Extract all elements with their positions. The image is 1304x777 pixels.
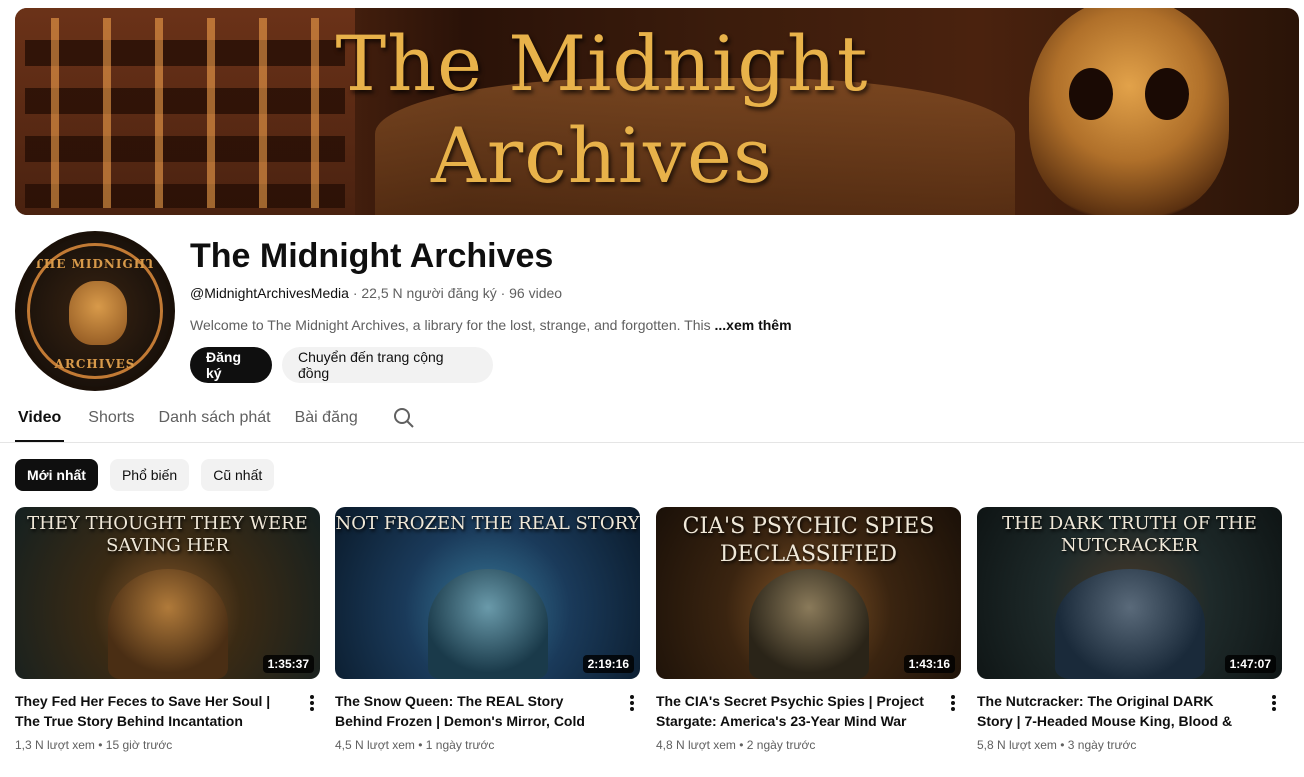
banner-title-line1: The Midnight bbox=[335, 19, 869, 108]
video-thumbnail[interactable]: THE DARK TRUTH OF THE NUTCRACKER 1:47:07 bbox=[977, 507, 1282, 679]
video-title[interactable]: The Snow Queen: The REAL Story Behind Fr… bbox=[335, 691, 610, 731]
tab-shorts[interactable]: Shorts bbox=[76, 400, 146, 442]
video-title[interactable]: The CIA's Secret Psychic Spies | Project… bbox=[656, 691, 931, 731]
video-views: 1,3 N lượt xem bbox=[15, 738, 95, 752]
subscribe-button[interactable]: Đăng ký bbox=[190, 347, 272, 383]
video-duration: 1:35:37 bbox=[262, 655, 314, 673]
chip-popular[interactable]: Phổ biến bbox=[109, 459, 190, 491]
channel-banner: The Midnight Archives bbox=[15, 8, 1299, 215]
video-duration: 1:43:16 bbox=[903, 655, 955, 673]
channel-description[interactable]: Welcome to The Midnight Archives, a libr… bbox=[190, 316, 792, 334]
thumbnail-text: THE DARK TRUTH OF THE NUTCRACKER bbox=[1002, 513, 1257, 556]
tabs-divider bbox=[0, 442, 1304, 443]
video-age: 1 ngày trước bbox=[425, 738, 495, 752]
thumbnail-text: THEY THOUGHT THEY WERE SAVING HER bbox=[27, 513, 308, 556]
thumbnail-figure bbox=[1054, 569, 1205, 679]
channel-avatar[interactable]: THE MIDNIGHT ARCHIVES bbox=[15, 231, 175, 391]
show-more-link[interactable]: ...xem thêm bbox=[714, 317, 791, 333]
sort-chips: Mới nhất Phổ biến Cũ nhất bbox=[15, 459, 275, 491]
video-age: 15 giờ trước bbox=[105, 738, 173, 752]
video-views: 4,5 N lượt xem bbox=[335, 738, 415, 752]
search-icon[interactable] bbox=[392, 406, 416, 430]
more-options-icon[interactable] bbox=[1266, 693, 1282, 713]
video-meta: 1,3 N lượt xem • 15 giờ trước bbox=[15, 738, 173, 752]
tab-playlists[interactable]: Danh sách phát bbox=[147, 400, 283, 442]
thumbnail-text: CIA'S PSYCHIC SPIES DECLASSIFIED bbox=[682, 514, 935, 567]
video-views: 4,8 N lượt xem bbox=[656, 738, 736, 752]
channel-description-text: Welcome to The Midnight Archives, a libr… bbox=[190, 317, 711, 333]
thumbnail-figure bbox=[107, 569, 228, 679]
video-card[interactable]: NOT FROZEN THE REAL STORY 2:19:16 The Sn… bbox=[335, 507, 640, 753]
video-views: 5,8 N lượt xem bbox=[977, 738, 1057, 752]
video-title[interactable]: The Nutcracker: The Original DARK Story … bbox=[977, 691, 1252, 731]
skull-icon bbox=[69, 281, 127, 345]
video-thumbnail[interactable]: CIA'S PSYCHIC SPIES DECLASSIFIED 1:43:16 bbox=[656, 507, 961, 679]
more-options-icon[interactable] bbox=[304, 693, 320, 713]
avatar-text-bottom: ARCHIVES bbox=[54, 357, 136, 371]
video-meta: 4,5 N lượt xem • 1 ngày trước bbox=[335, 738, 495, 752]
tab-video[interactable]: Video bbox=[15, 400, 65, 442]
video-thumbnail[interactable]: NOT FROZEN THE REAL STORY 2:19:16 bbox=[335, 507, 640, 679]
video-title[interactable]: They Fed Her Feces to Save Her Soul | Th… bbox=[15, 691, 290, 731]
video-duration: 1:47:07 bbox=[1224, 655, 1276, 673]
video-duration: 2:19:16 bbox=[582, 655, 634, 673]
thumbnail-text: NOT FROZEN THE REAL STORY bbox=[335, 513, 640, 534]
chip-oldest[interactable]: Cũ nhất bbox=[201, 459, 275, 491]
banner-title: The Midnight Archives bbox=[15, 18, 1299, 202]
avatar-text-top: THE MIDNIGHT bbox=[34, 257, 156, 271]
video-age: 2 ngày trước bbox=[746, 738, 816, 752]
video-meta: 5,8 N lượt xem • 3 ngày trước bbox=[977, 738, 1137, 752]
video-card[interactable]: THEY THOUGHT THEY WERE SAVING HER 1:35:3… bbox=[15, 507, 320, 753]
video-thumbnail[interactable]: THEY THOUGHT THEY WERE SAVING HER 1:35:3… bbox=[15, 507, 320, 679]
more-options-icon[interactable] bbox=[945, 693, 961, 713]
banner-title-line2: Archives bbox=[431, 111, 773, 200]
more-options-icon[interactable] bbox=[624, 693, 640, 713]
channel-tabs: Video Shorts Danh sách phát Bài đăng bbox=[15, 400, 416, 442]
channel-name: The Midnight Archives bbox=[190, 237, 554, 275]
video-card[interactable]: THE DARK TRUTH OF THE NUTCRACKER 1:47:07… bbox=[977, 507, 1282, 753]
thumbnail-figure bbox=[748, 569, 869, 679]
video-meta: 4,8 N lượt xem • 2 ngày trước bbox=[656, 738, 816, 752]
video-age: 3 ngày trước bbox=[1067, 738, 1137, 752]
community-button[interactable]: Chuyển đến trang cộng đồng bbox=[282, 347, 493, 383]
tab-posts[interactable]: Bài đăng bbox=[283, 400, 370, 442]
channel-stats: · 22,5 N người đăng ký · 96 video bbox=[348, 285, 563, 301]
chip-newest[interactable]: Mới nhất bbox=[15, 459, 98, 491]
channel-handle[interactable]: @MidnightArchivesMedia bbox=[190, 285, 349, 301]
video-card[interactable]: CIA'S PSYCHIC SPIES DECLASSIFIED 1:43:16… bbox=[656, 507, 961, 753]
thumbnail-figure bbox=[427, 569, 548, 679]
channel-meta: @MidnightArchivesMedia · 22,5 N người đă… bbox=[190, 284, 562, 302]
